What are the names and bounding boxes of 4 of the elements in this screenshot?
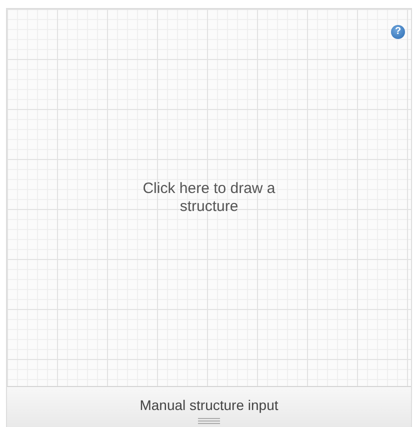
grip-icon[interactable] (198, 418, 220, 424)
canvas-prompt: Click here to draw a structure (142, 180, 276, 216)
drawing-canvas[interactable]: ? Click here to draw a structure (7, 9, 411, 386)
manual-input-link[interactable]: Manual structure input (140, 396, 278, 412)
